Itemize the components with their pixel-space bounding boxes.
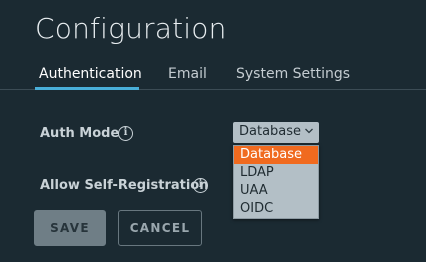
option-oidc[interactable]: OIDC — [234, 200, 318, 218]
option-ldap[interactable]: LDAP — [234, 164, 318, 182]
info-icon[interactable]: i — [118, 126, 133, 141]
auth-mode-dropdown-list: Database LDAP UAA OIDC — [233, 145, 319, 219]
cancel-button[interactable]: CANCEL — [118, 210, 202, 246]
auth-mode-selected-value: Database — [239, 124, 302, 139]
tab-email[interactable]: Email — [168, 66, 207, 82]
auth-mode-select[interactable]: Database — [233, 122, 319, 143]
option-database[interactable]: Database — [234, 146, 318, 164]
chevron-down-icon — [305, 128, 313, 134]
tab-system-settings[interactable]: System Settings — [236, 66, 350, 82]
option-uaa[interactable]: UAA — [234, 182, 318, 200]
auth-mode-label: Auth Mode — [40, 126, 120, 141]
self-registration-label: Allow Self-Registration — [40, 178, 209, 193]
active-tab-indicator — [35, 87, 139, 90]
tab-authentication[interactable]: Authentication — [39, 66, 142, 82]
tab-bar: Authentication Email System Settings — [0, 62, 426, 90]
info-icon[interactable]: i — [193, 178, 208, 193]
save-button[interactable]: SAVE — [34, 210, 106, 246]
page-title: Configuration — [35, 12, 227, 45]
configuration-page: Configuration Authentication Email Syste… — [0, 0, 426, 262]
